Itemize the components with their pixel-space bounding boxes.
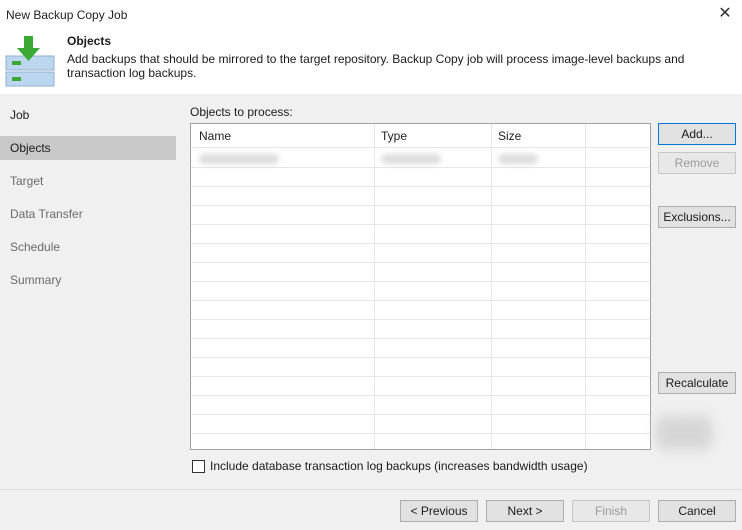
sidebar-item-schedule[interactable]: Schedule — [0, 235, 176, 259]
next-button[interactable]: Next > — [486, 500, 564, 522]
add-button[interactable]: Add... — [658, 123, 736, 145]
row-divider — [191, 243, 650, 244]
recalculate-button[interactable]: Recalculate — [658, 372, 736, 394]
objects-table-header: Name Type Size — [191, 124, 650, 148]
row-divider — [191, 186, 650, 187]
wizard-steps-sidebar: Job Objects Target Data Transfer Schedul… — [0, 94, 182, 489]
include-log-backups-checkbox[interactable] — [192, 460, 205, 473]
sidebar-item-summary[interactable]: Summary — [0, 268, 176, 292]
row-divider — [191, 281, 650, 282]
include-log-backups-label[interactable]: Include database transaction log backups… — [210, 459, 630, 473]
column-header-size[interactable]: Size — [498, 129, 521, 143]
wizard-header: Objects Add backups that should be mirro… — [0, 30, 742, 94]
row-divider — [191, 262, 650, 263]
row-divider — [191, 338, 650, 339]
row-divider — [191, 376, 650, 377]
page-title: Objects — [67, 34, 112, 48]
finish-button[interactable]: Finish — [572, 500, 650, 522]
row-divider — [191, 224, 650, 225]
redacted-type-cell — [381, 154, 441, 164]
column-divider — [585, 124, 586, 449]
redacted-total-size — [656, 416, 712, 450]
close-icon[interactable]: ✕ — [714, 4, 736, 26]
redacted-size-cell — [498, 154, 538, 164]
row-divider — [191, 300, 650, 301]
row-divider — [191, 167, 650, 168]
column-divider — [491, 124, 492, 449]
wizard-main-panel: Objects to process: Name Type Size Add..… — [182, 94, 742, 489]
window-title: New Backup Copy Job — [6, 8, 128, 22]
wizard-footer: < Previous Next > Finish Cancel — [0, 489, 742, 530]
previous-button[interactable]: < Previous — [400, 500, 478, 522]
objects-table[interactable]: Name Type Size — [190, 123, 651, 450]
exclusions-button[interactable]: Exclusions... — [658, 206, 736, 228]
cancel-button[interactable]: Cancel — [658, 500, 736, 522]
row-divider — [191, 395, 650, 396]
column-header-type[interactable]: Type — [381, 129, 407, 143]
column-header-name[interactable]: Name — [199, 129, 231, 143]
redacted-name-cell — [199, 154, 279, 164]
sidebar-item-objects[interactable]: Objects — [0, 136, 176, 160]
row-divider — [191, 357, 650, 358]
title-bar: New Backup Copy Job ✕ — [0, 0, 742, 30]
page-description: Add backups that should be mirrored to t… — [67, 52, 685, 80]
objects-to-process-label: Objects to process: — [190, 105, 293, 119]
sidebar-item-job[interactable]: Job — [0, 103, 176, 127]
row-divider — [191, 433, 650, 434]
row-divider — [191, 319, 650, 320]
column-divider — [374, 124, 375, 449]
row-divider — [191, 414, 650, 415]
remove-button[interactable]: Remove — [658, 152, 736, 174]
backup-copy-icon — [4, 36, 56, 88]
sidebar-item-data-transfer[interactable]: Data Transfer — [0, 202, 176, 226]
row-divider — [191, 205, 650, 206]
sidebar-item-target[interactable]: Target — [0, 169, 176, 193]
